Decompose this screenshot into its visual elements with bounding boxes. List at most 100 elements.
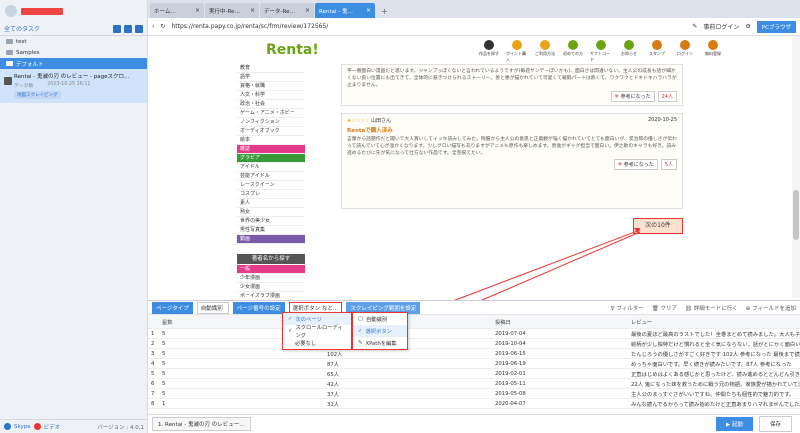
site-nav-item[interactable]: ログイン	[674, 40, 696, 63]
site-nav-item[interactable]: 初めての方	[562, 40, 584, 63]
category-item[interactable]: レースクイーン	[237, 181, 305, 190]
detail-mode-button[interactable]: ⛓ 詳細モードに行く	[685, 304, 738, 312]
category-item[interactable]: 語学	[237, 73, 305, 82]
filter-button[interactable]: ⊽ フィルター	[611, 304, 644, 312]
table-row[interactable]: 5 5 65人 2019-02-01 正直はじめはよくある感じかと思ったけど、読み進める…	[148, 369, 800, 379]
task-data-label: データ数	[14, 84, 34, 89]
tab-running[interactable]: 実行中-Re… ×	[205, 3, 259, 18]
category-item[interactable]: ゲーム・アニメ・ホビー	[237, 109, 305, 118]
close-icon[interactable]: ×	[366, 7, 371, 14]
table-row[interactable]: 4 5 87人 2019-06-19 めっちゃ面白いです。早く続きが読みたいです。87人…	[148, 359, 800, 369]
page-type-select[interactable]: 自動識別	[196, 301, 229, 314]
site-nav-item[interactable]: ギフトコード	[590, 40, 612, 63]
category-video[interactable]: 動画	[237, 235, 305, 244]
table-row[interactable]: 8 1 31人 2020-04-07 みんな読んでるからって読み始めたけど正直あまりハマ…	[148, 399, 800, 409]
category-item[interactable]: 資格・就職	[237, 82, 305, 91]
category-gravure[interactable]: グラビア	[237, 154, 305, 163]
edit-icon[interactable]: ✎	[692, 23, 697, 30]
category-item[interactable]: 芸能アイドル	[237, 172, 305, 181]
category-item[interactable]: 素人	[237, 199, 305, 208]
category-item[interactable]: 男性写真集	[237, 226, 305, 235]
save-button[interactable]: 保存	[758, 416, 792, 432]
category-list-2: 一般 少年漫画 少女漫画 ボーイズラブ漫画	[237, 265, 305, 298]
gear-icon[interactable]: ⚙	[745, 23, 750, 30]
author-category-item[interactable]: 少年漫画	[237, 274, 305, 283]
site-nav-item[interactable]: ポイント購入	[506, 40, 528, 63]
table-cell: 5	[162, 360, 166, 367]
category-magazine[interactable]: 雑誌	[237, 145, 305, 154]
table-row[interactable]: 1 5 2019-07-04 最後の夏ほど最高のラストでした！全巻まとめて読みました。…	[148, 329, 800, 339]
helpful-button[interactable]: ♥ 参考になった	[610, 91, 655, 102]
tab-data[interactable]: データ-Re… ×	[260, 3, 314, 18]
all-tasks-dropdown[interactable]: 全てのタスク	[4, 24, 40, 33]
method-option[interactable]: ✎ XPathを編集	[353, 337, 407, 349]
new-task-icon[interactable]	[124, 24, 132, 33]
pc-browser-button[interactable]: PCブラウザ	[756, 20, 796, 33]
table-row[interactable]: 2 5 2019-10-04 絵柄が少し独特だけど慣れると全く気にならない。話がとにか…	[148, 339, 800, 349]
next-10-button[interactable]: 次の10件	[633, 218, 683, 234]
back-icon[interactable]: ‹	[152, 23, 154, 30]
method-option[interactable]: ▢ 自動識別	[353, 313, 407, 325]
method-option[interactable]: ✓ 選択ボタン	[353, 325, 407, 337]
video-link[interactable]: ビデオ	[44, 423, 61, 431]
pre-login-button[interactable]: 事前ログイン	[703, 22, 739, 31]
helpful-button[interactable]: ♥ 参考になった	[613, 159, 658, 170]
tab-renta[interactable]: Rentai - 鬼… ×	[315, 3, 375, 18]
table-cell: 2020-04-07	[495, 400, 526, 407]
nav-icon	[680, 40, 690, 50]
category-item[interactable]: アイドル	[237, 163, 305, 172]
site-nav: 作品を探す ポイント購入 ご利用方法 初めての方 ギフトコード お知らせ スタンプ ログイン 無…	[478, 40, 724, 63]
category-item[interactable]: 絵本	[237, 136, 305, 145]
table-cell: 5	[162, 380, 166, 387]
category-item[interactable]: コスプレ	[237, 190, 305, 199]
tree-item-default[interactable]: デフォルト	[0, 58, 147, 69]
category-item[interactable]: 熟女	[237, 208, 305, 217]
table-cell: 7	[151, 390, 155, 397]
web-page: Renta! 作品を探す ポイント購入 ご利用方法 初めての方 ギフトコード お知らせ スタ…	[148, 36, 792, 298]
page-option[interactable]: ✓ スクロールローディング	[283, 325, 351, 339]
site-nav-item[interactable]: 無料登録	[702, 40, 724, 63]
site-nav-item[interactable]: スタンプ	[646, 40, 668, 63]
run-button[interactable]: ▶ 起動	[715, 417, 753, 431]
site-nav-label: スタンプ	[649, 51, 665, 56]
add-field-button[interactable]: ⊕ フィールドを追加	[746, 304, 796, 312]
avatar[interactable]	[5, 5, 17, 17]
tree-item-test[interactable]: test	[0, 36, 147, 47]
category-item[interactable]: 世界の美少女	[237, 217, 305, 226]
category-item[interactable]: 人文・科学	[237, 91, 305, 100]
review-card-2: ★☆☆☆☆ 山田さん 2020-10-25 Rentaで購入済み 言葉から話題作だ…	[341, 113, 683, 209]
table-row[interactable]: 7 5 37人 2019-05-08 主人公のまっすぐさがいいですね。仲間たちも個性的で…	[148, 389, 800, 399]
category-item[interactable]: 政治・社会	[237, 100, 305, 109]
author-category-item[interactable]: 一般	[237, 265, 305, 274]
author-category-item[interactable]: ボーイズラブ漫画	[237, 292, 305, 298]
category-item[interactable]: 教育	[237, 64, 305, 73]
col-date[interactable]: 投稿日	[495, 318, 631, 326]
new-folder-icon[interactable]	[113, 24, 121, 33]
close-icon[interactable]: ×	[195, 7, 200, 14]
new-tab-icon[interactable]: +	[376, 7, 393, 18]
scrollbar-thumb[interactable]	[793, 190, 799, 240]
clear-button[interactable]: 🗑 クリア	[652, 304, 677, 312]
site-nav-item[interactable]: 作品を探す	[478, 40, 500, 63]
site-nav-item[interactable]: お知らせ	[618, 40, 640, 63]
tab-home[interactable]: ホーム… ×	[150, 3, 204, 18]
close-icon[interactable]: ×	[305, 7, 310, 14]
table-row[interactable]: 3 5 102人 2019-06-15 たんじろうの優しさがすごく好きです 102人 参…	[148, 349, 800, 359]
category-item[interactable]: ノンフィクション	[237, 118, 305, 127]
tree-item-samples[interactable]: Samples	[0, 47, 147, 58]
renta-logo[interactable]: Renta!	[266, 42, 319, 58]
table-row[interactable]: 6 5 42人 2019-05-11 22人 鬼になった妹を救うために戦う兄の物語。家族…	[148, 379, 800, 389]
url-input[interactable]: https://renta.papy.co.jp/renta/sc/frm/re…	[171, 23, 686, 30]
task-date: 2023-10-25 16:11	[47, 82, 91, 87]
page-scrollbar[interactable]	[792, 36, 800, 298]
site-nav-item[interactable]: ご利用方法	[534, 40, 556, 63]
menu-icon[interactable]	[135, 24, 143, 33]
workflow-tab[interactable]: 1. Rentai - 鬼滅の刃 のレビュー…	[152, 417, 251, 431]
col-review[interactable]: レビュー	[631, 318, 800, 326]
author-category-item[interactable]: 少女漫画	[237, 283, 305, 292]
close-icon[interactable]: ×	[250, 7, 255, 14]
skype-link[interactable]: Skype	[14, 424, 31, 430]
task-item[interactable]: Rentai - 鬼滅の刃 のレビュー - pageスクロ… データ数 2023-…	[0, 69, 147, 103]
category-item[interactable]: オーディオブック	[237, 127, 305, 136]
reload-icon[interactable]: ↻	[160, 23, 165, 30]
